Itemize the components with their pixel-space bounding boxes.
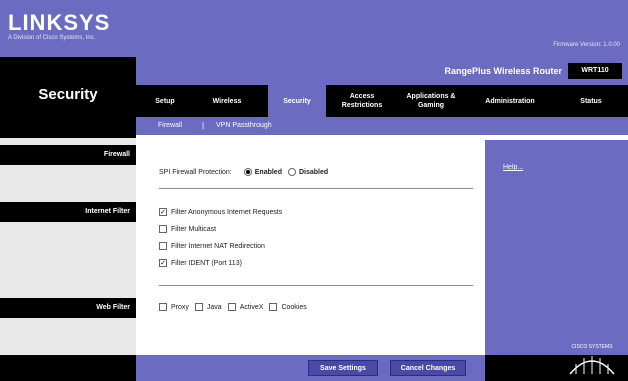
- web-filter-row: Proxy Java ActiveX Cookies: [159, 303, 307, 311]
- save-settings-button[interactable]: Save Settings: [308, 360, 378, 376]
- filter-ident-label: Filter IDENT (Port 113): [171, 259, 242, 267]
- product-bar: RangePlus Wireless Router WRT110: [136, 57, 628, 85]
- cookies-label: Cookies: [281, 303, 307, 311]
- help-panel: Help...: [485, 140, 628, 355]
- brand-header: LINKSYS A Division of Cisco Systems, Inc…: [0, 0, 628, 57]
- tab-applications-gaming[interactable]: Applications & Gaming: [398, 85, 464, 117]
- page-title: Security: [38, 86, 98, 103]
- tab-status[interactable]: Status: [562, 85, 620, 117]
- settings-panel: SPI Firewall Protection: Enabled Disable…: [143, 142, 483, 353]
- internet-filter-section-label: Internet Filter: [85, 208, 130, 215]
- logo-subtitle: A Division of Cisco Systems, Inc.: [8, 35, 96, 41]
- help-link[interactable]: Help...: [503, 164, 523, 171]
- cancel-changes-button[interactable]: Cancel Changes: [390, 360, 466, 376]
- subtab-vpn-passthrough[interactable]: VPN Passthrough: [216, 122, 272, 129]
- subtab-firewall[interactable]: Firewall: [158, 122, 182, 129]
- product-name: RangePlus Wireless Router: [444, 66, 562, 76]
- cisco-logo: CISCO SYSTEMS: [566, 344, 618, 376]
- proxy-label: Proxy: [171, 303, 189, 311]
- divider: [159, 188, 473, 189]
- divider: [159, 285, 473, 286]
- sub-nav: Firewall | VPN Passthrough: [136, 117, 628, 135]
- web-filter-section-header: Web Filter: [0, 298, 136, 318]
- linksys-logo: LINKSYS: [8, 10, 111, 35]
- filter-ident-checkbox[interactable]: ✓: [159, 259, 167, 267]
- java-label: Java: [206, 303, 222, 311]
- main-nav: Setup Wireless Security Access Restricti…: [136, 85, 628, 117]
- tab-security[interactable]: Security: [268, 85, 326, 117]
- web-filter-section-label: Web Filter: [96, 304, 130, 311]
- filter-multicast-row: Filter Multicast: [159, 225, 216, 233]
- java-checkbox[interactable]: [194, 303, 203, 311]
- firewall-enabled-label: Enabled: [254, 168, 282, 176]
- tab-wireless[interactable]: Wireless: [196, 85, 258, 117]
- activex-checkbox[interactable]: [227, 303, 236, 311]
- tab-setup[interactable]: Setup: [142, 85, 188, 117]
- cookies-checkbox[interactable]: [269, 303, 278, 311]
- firewall-section-label: Firewall: [103, 151, 130, 158]
- filter-anonymous-label: Filter Anonymous Internet Requests: [171, 208, 283, 216]
- firewall-disabled-label: Disabled: [298, 168, 329, 176]
- spi-firewall-row: SPI Firewall Protection: Enabled Disable…: [159, 168, 328, 176]
- firewall-enabled-radio[interactable]: [243, 168, 252, 176]
- filter-nat-redirection-checkbox[interactable]: [159, 242, 167, 250]
- filter-multicast-checkbox[interactable]: [159, 225, 167, 233]
- filter-anonymous-row: ✓ Filter Anonymous Internet Requests: [159, 208, 282, 216]
- firewall-section-header: Firewall: [0, 145, 136, 165]
- internet-filter-section-header: Internet Filter: [0, 202, 136, 222]
- subnav-separator: |: [202, 121, 205, 130]
- activex-label: ActiveX: [239, 303, 264, 311]
- router-admin-page: LINKSYS A Division of Cisco Systems, Inc…: [0, 0, 628, 381]
- filter-ident-row: ✓ Filter IDENT (Port 113): [159, 259, 242, 267]
- tab-administration[interactable]: Administration: [472, 85, 548, 117]
- filter-nat-redirection-label: Filter Internet NAT Redirection: [171, 242, 265, 250]
- footer-bar: Save Settings Cancel Changes: [136, 355, 485, 381]
- firewall-disabled-radio[interactable]: [287, 168, 296, 176]
- filter-nat-redirection-row: Filter Internet NAT Redirection: [159, 242, 265, 250]
- tab-access-restrictions[interactable]: Access Restrictions: [332, 85, 392, 117]
- model-badge: WRT110: [568, 63, 622, 79]
- firmware-version: Firmware Version: 1.0.00: [553, 42, 620, 48]
- proxy-checkbox[interactable]: [159, 303, 167, 311]
- section-labels-column: [0, 138, 136, 355]
- cisco-bridge-icon: [569, 356, 615, 375]
- spi-firewall-label: SPI Firewall Protection:: [159, 168, 232, 176]
- filter-anonymous-checkbox[interactable]: ✓: [159, 208, 167, 216]
- filter-multicast-label: Filter Multicast: [171, 225, 217, 233]
